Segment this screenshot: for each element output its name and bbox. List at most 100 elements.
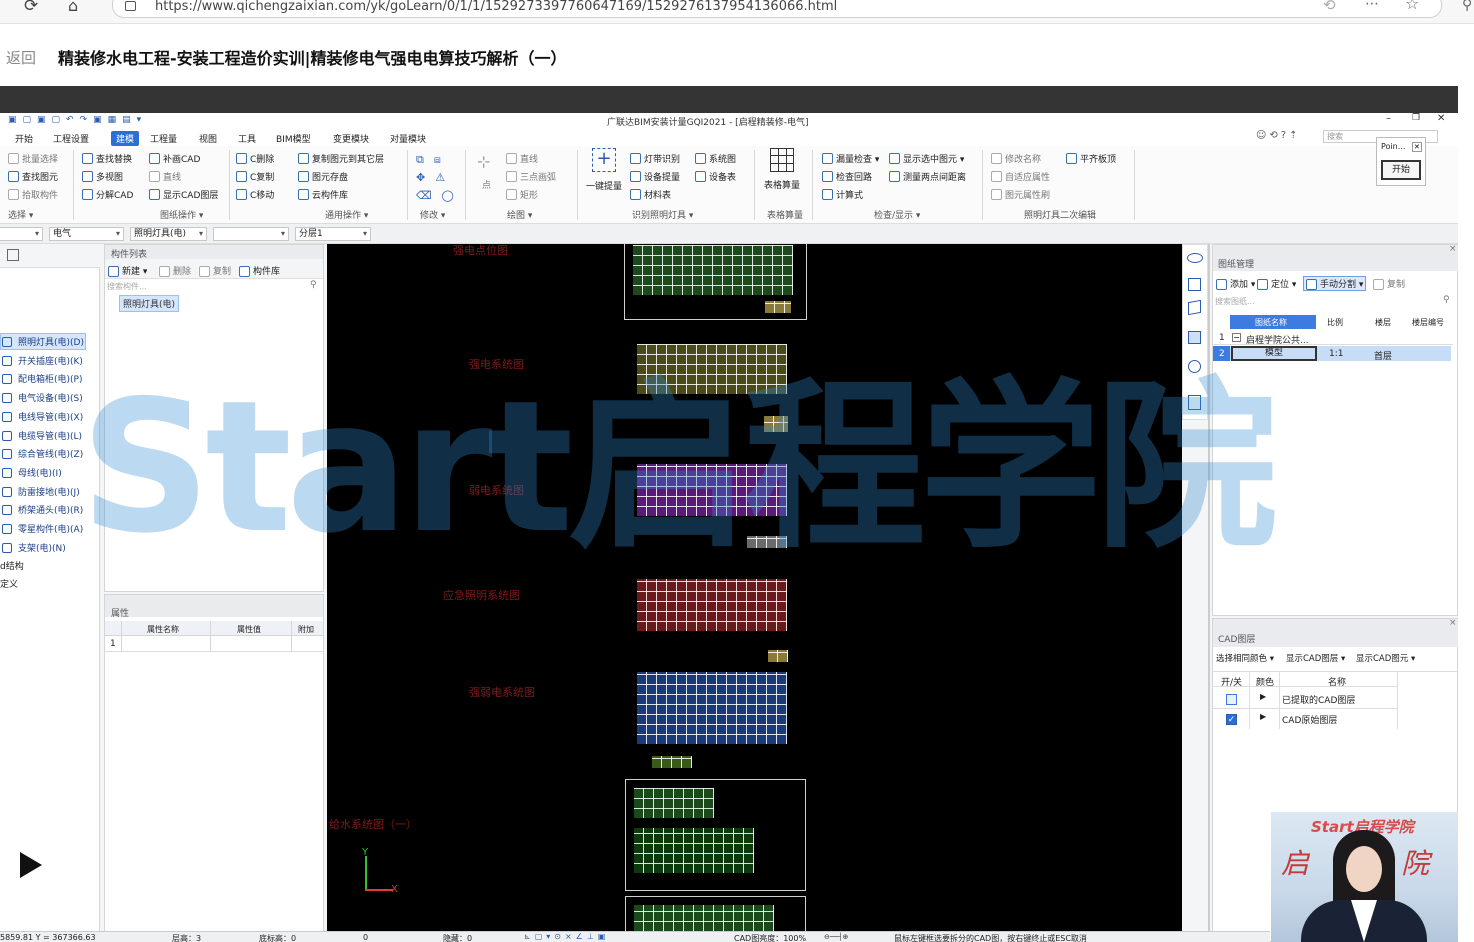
new-button[interactable]: 新建 ▾ — [108, 264, 147, 277]
rect-button[interactable]: 矩形 — [520, 188, 538, 201]
component-select[interactable] — [213, 227, 289, 241]
save-element-button[interactable]: 图元存盘 — [312, 170, 348, 183]
menu-compare[interactable]: 对量模块 — [390, 132, 426, 145]
discipline-select[interactable]: 电气 — [49, 227, 124, 241]
line-draw-button[interactable]: 直线 — [520, 152, 538, 165]
find-replace-button[interactable]: 查找替换 — [96, 152, 132, 165]
close-icon[interactable]: ✕ — [1437, 113, 1445, 124]
discipline-select-empty[interactable] — [0, 227, 43, 241]
point-button[interactable]: 点 — [482, 178, 491, 191]
move-button[interactable]: C移动 — [250, 188, 274, 201]
tree-item-grounding[interactable]: 防雷接地(电)(J) — [2, 483, 80, 500]
view-3d-icon[interactable] — [1188, 299, 1201, 316]
menu-view[interactable]: 视图 — [199, 132, 217, 145]
copy-button[interactable]: C复制 — [250, 170, 274, 183]
help-icons[interactable]: ☺⟲?⇡ — [1256, 130, 1301, 141]
snap-tools[interactable]: ⊾▢▾⊙⨯∠⊥▣ — [524, 932, 724, 942]
view-2d-icon[interactable] — [1188, 278, 1201, 291]
point-icon[interactable]: ⊹ — [477, 152, 490, 171]
show-cad-element[interactable]: 显示CAD图元 ▾ — [1356, 652, 1415, 664]
library-button[interactable]: 构件库 — [239, 264, 280, 277]
drawing-search-icon[interactable]: ⚲ — [1443, 295, 1450, 305]
layer-select[interactable]: 分层1 — [295, 227, 371, 241]
find-element-button[interactable]: 查找图元 — [22, 170, 58, 183]
component-search-icon[interactable]: ⚲ — [310, 280, 317, 290]
play-icon[interactable] — [20, 852, 42, 878]
tree-item-distribution[interactable]: 配电箱柜(电)(P) — [2, 370, 82, 387]
orbit-icon[interactable] — [1187, 253, 1203, 263]
strip-light-button[interactable]: 灯带识别 — [644, 152, 680, 165]
view-box-icon[interactable] — [1188, 331, 1201, 344]
address-bar[interactable]: https://www.qichengzaixian.com/yk/goLear… — [112, 0, 1442, 18]
select-same-color[interactable]: 选择相同颜色 ▾ — [1216, 652, 1274, 664]
menu-tools[interactable]: 工具 — [238, 132, 256, 145]
drawing-search[interactable]: 搜索图纸... — [1215, 296, 1255, 307]
brightness-slider[interactable]: ⊖──┤⊕ — [824, 933, 870, 941]
component-item[interactable]: 照明灯具(电) — [119, 295, 180, 312]
tree-collapse-1[interactable]: : — [0, 297, 1, 307]
layer-1-checkbox[interactable] — [1226, 694, 1237, 705]
tree-item-cable-conduit[interactable]: 电缆导管(电)(L) — [2, 427, 82, 444]
line-button[interactable]: 直线 — [163, 170, 181, 183]
device-table-button[interactable]: 设备表 — [709, 170, 736, 183]
layer-2-checkbox[interactable]: ✓ — [1226, 714, 1237, 725]
home-icon[interactable]: ⌂ — [68, 0, 78, 15]
menu-modeling[interactable]: 建模 — [111, 131, 140, 146]
tree-item-switch[interactable]: 开关插座(电)(K) — [2, 352, 83, 369]
tree-item-composite[interactable]: 综合管线(电)(Z) — [2, 445, 83, 462]
tree-item-lighting[interactable]: 照明灯具(电)(D) — [2, 333, 84, 350]
batch-select-button[interactable]: 批量选择 — [22, 152, 58, 165]
formula-button[interactable]: 计算式 — [836, 188, 863, 201]
rotate-icon[interactable] — [1188, 360, 1201, 373]
copy-drawing-button[interactable]: 复制 — [1373, 277, 1405, 290]
table-calc-button[interactable]: 表格算量 — [764, 178, 800, 191]
sync-icon[interactable]: ⟲ — [1323, 0, 1336, 14]
menu-project-settings[interactable]: 工程设置 — [53, 132, 89, 145]
arc-button[interactable]: 三点画弧 — [520, 170, 556, 183]
tree-item-tray[interactable]: 桥架通头(电)(R) — [2, 501, 83, 518]
cloud-library-button[interactable]: 云构件库 — [312, 188, 348, 201]
table-calc-icon[interactable] — [770, 148, 794, 172]
manual-split-button[interactable]: 手动分割 ▾ — [1303, 276, 1367, 291]
attr-brush-button[interactable]: 图元属性刷 — [1005, 188, 1050, 201]
show-cad-layer[interactable]: 显示CAD图层 ▾ — [1286, 652, 1345, 664]
properties-view-icon[interactable] — [1188, 395, 1201, 410]
refresh-icon[interactable]: ⟳ — [24, 0, 38, 16]
menu-bim-model[interactable]: BIM模型 — [276, 132, 311, 145]
device-qty-button[interactable]: 设备提量 — [644, 170, 680, 183]
minimize-icon[interactable]: – — [1386, 113, 1391, 124]
edit-tree-icon[interactable] — [7, 249, 19, 261]
copy-to-layer-button[interactable]: 复制图元到其它层 — [312, 152, 384, 165]
check-circuit-button[interactable]: 检查回路 — [836, 170, 872, 183]
tree-item-equipment[interactable]: 电气设备(电)(S) — [2, 389, 83, 406]
show-selected-button[interactable]: 显示选中图元 ▾ — [903, 152, 964, 165]
layer-1-expand-icon[interactable]: ▶ — [1260, 692, 1266, 701]
one-click-icon[interactable]: + — [592, 148, 616, 172]
tree-item-busbar[interactable]: 母线(电)(I) — [2, 464, 62, 481]
one-click-button[interactable]: 一键提量 — [586, 179, 622, 192]
copy-component-button[interactable]: 复制 — [199, 264, 231, 277]
tree-item-bracket[interactable]: 支架(电)(N) — [2, 539, 66, 556]
search-icon[interactable]: ⚲ — [1462, 0, 1472, 13]
delete-button[interactable]: C删除 — [250, 152, 274, 165]
quick-access-icons[interactable]: ▣▢▣▢↶↷▣▦▤▾ — [8, 115, 147, 125]
menu-start[interactable]: 开始 — [15, 132, 33, 145]
material-table-button[interactable]: 材料表 — [644, 188, 671, 201]
tree-item-misc[interactable]: 零星构件(电)(A) — [2, 520, 83, 537]
drawing-mgmt-close-icon[interactable]: × — [1449, 244, 1457, 254]
add-drawing-button[interactable]: 添加 ▾ — [1216, 277, 1255, 290]
missing-check-button[interactable]: 漏量检查 ▾ — [836, 152, 879, 165]
pick-component-button[interactable]: 拾取构件 — [22, 188, 58, 201]
cad-layers-close-icon[interactable]: × — [1449, 618, 1457, 628]
show-cad-layer-button[interactable]: 显示CAD图层 — [163, 188, 218, 201]
star-icon[interactable]: ☆ — [1405, 0, 1419, 13]
delete-component-button[interactable]: 删除 — [159, 264, 191, 277]
panel-close-icon[interactable]: ✕ — [1412, 142, 1422, 152]
cad-canvas[interactable]: 强电点位图 强电系统图 弱电系统图 应急照明系统图 强弱电系统图 给水系统图（一… — [327, 244, 1182, 942]
collapse-icon[interactable]: − — [1232, 333, 1241, 342]
flush-top-button[interactable]: 平齐板顶 — [1080, 152, 1116, 165]
rename-button[interactable]: 修改名称 — [1005, 152, 1041, 165]
adapt-attr-button[interactable]: 自适应属性 — [1005, 170, 1050, 183]
more-icon[interactable]: ⋯ — [1365, 0, 1379, 12]
tree-collapse-2[interactable]: : — [0, 315, 1, 325]
